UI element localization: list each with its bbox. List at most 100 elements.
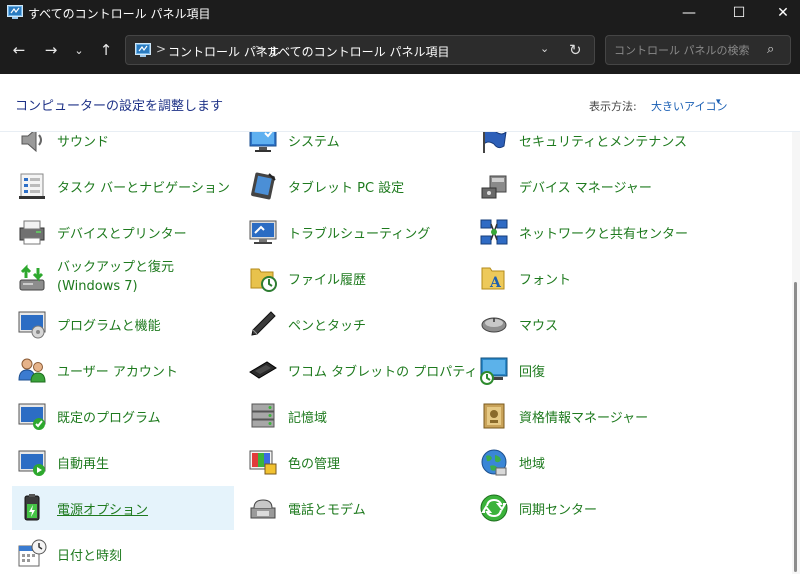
speaker-icon xyxy=(21,132,42,153)
font-folder-icon: A xyxy=(481,267,505,291)
item-autoplay[interactable]: 自動再生 xyxy=(12,440,234,484)
item-sound[interactable]: サウンド xyxy=(12,132,234,162)
item-label: 既定のプログラム xyxy=(57,411,161,426)
color-management-icon xyxy=(249,450,277,475)
item-region[interactable]: 地域 xyxy=(474,440,696,484)
item-label: ネットワークと共有センター xyxy=(519,227,689,242)
item-file-history[interactable]: ファイル履歴 xyxy=(243,256,465,300)
recovery-icon xyxy=(480,357,508,385)
item-default-programs[interactable]: 既定のプログラム xyxy=(12,394,234,438)
item-system[interactable]: システム xyxy=(243,132,465,162)
default-programs-icon xyxy=(18,403,46,430)
forward-button[interactable]: → xyxy=(40,38,62,62)
region-globe-icon xyxy=(481,449,507,476)
item-tablet-pc-settings[interactable]: タブレット PC 設定 xyxy=(243,164,465,208)
item-label: 自動再生 xyxy=(57,457,110,472)
item-mouse[interactable]: マウス xyxy=(474,302,696,346)
item-label: ユーザー アカウント xyxy=(57,365,178,380)
item-user-accounts[interactable]: ユーザー アカウント xyxy=(12,348,234,392)
taskbar-icon xyxy=(19,173,45,199)
item-label: 電話とモデム xyxy=(288,503,366,518)
maximize-button[interactable]: ☐ xyxy=(716,0,762,26)
item-storage-spaces[interactable]: 記憶域 xyxy=(243,394,465,438)
device-manager-icon xyxy=(481,175,507,199)
item-network-sharing[interactable]: ネットワークと共有センター xyxy=(474,210,696,254)
item-backup-restore[interactable]: バックアップと復元 (Windows 7) xyxy=(12,256,234,300)
item-label: 資格情報マネージャー xyxy=(519,411,649,426)
scrollbar-thumb[interactable] xyxy=(794,282,797,572)
item-label: タスク バーとナビゲーション xyxy=(57,181,230,196)
forward-arrow-icon: → xyxy=(44,41,58,59)
item-security-maintenance[interactable]: セキュリティとメンテナンス xyxy=(474,132,696,162)
item-label: セキュリティとメンテナンス xyxy=(519,135,687,150)
control-panel-items: サウンド システム セキュリティとメンテナンス タスク バーとナビゲーション タ… xyxy=(0,132,792,574)
item-label: デバイスとプリンター xyxy=(57,227,187,242)
recent-locations-button[interactable]: ⌄ xyxy=(68,38,90,62)
up-arrow-icon: ↑ xyxy=(99,41,113,59)
item-label: 電源オプション xyxy=(57,503,149,518)
item-programs-features[interactable]: プログラムと機能 xyxy=(12,302,234,346)
programs-features-icon xyxy=(18,311,46,339)
item-devices-printers[interactable]: デバイスとプリンター xyxy=(12,210,234,254)
tablet-pc-icon xyxy=(251,172,276,200)
address-history-dropdown[interactable]: ⌄ xyxy=(540,42,549,55)
phone-modem-icon xyxy=(250,499,276,519)
search-box[interactable]: ⌕ xyxy=(605,35,791,65)
close-button[interactable]: ✕ xyxy=(760,0,800,26)
up-button[interactable]: ↑ xyxy=(95,38,117,62)
item-credential-manager[interactable]: 資格情報マネージャー xyxy=(474,394,696,438)
mouse-icon xyxy=(481,317,507,333)
user-accounts-icon xyxy=(18,358,46,383)
chevron-down-icon[interactable]: ▾ xyxy=(716,97,721,107)
maximize-icon: ☐ xyxy=(732,5,746,21)
search-input[interactable] xyxy=(614,42,759,58)
storage-spaces-icon xyxy=(251,403,275,428)
item-label: 回復 xyxy=(519,365,546,380)
printer-icon xyxy=(19,220,45,245)
item-label: システム xyxy=(288,135,340,150)
item-fonts[interactable]: A フォント xyxy=(474,256,696,300)
item-wacom-tablet-properties[interactable]: ワコム タブレットの プロパティ xyxy=(243,348,478,392)
item-label: 色の管理 xyxy=(288,457,341,472)
minimize-button[interactable]: — xyxy=(666,0,712,26)
item-label: タブレット PC 設定 xyxy=(288,181,405,196)
address-bar[interactable]: > コントロール パネル > すべてのコントロール パネル項目 ⌄ ↻ xyxy=(125,35,595,65)
item-taskbar-navigation[interactable]: タスク バーとナビゲーション xyxy=(12,164,234,208)
item-troubleshooting[interactable]: トラブルシューティング xyxy=(243,210,465,254)
item-label: 地域 xyxy=(519,457,546,472)
pen-icon xyxy=(251,311,276,336)
troubleshooting-icon xyxy=(249,220,277,244)
item-phone-modem[interactable]: 電話とモデム xyxy=(243,486,465,530)
item-recovery[interactable]: 回復 xyxy=(474,348,696,392)
item-date-time[interactable]: 日付と時刻 xyxy=(12,532,234,574)
vertical-scrollbar[interactable] xyxy=(792,132,800,574)
back-button[interactable]: ← xyxy=(8,38,30,62)
autoplay-icon xyxy=(18,450,46,476)
item-label: プログラムと機能 xyxy=(57,319,161,334)
navigation-bar: ← → ⌄ ↑ > コントロール パネル > すべてのコントロール パネル項目 … xyxy=(0,26,800,74)
date-time-icon xyxy=(18,539,47,567)
page-title: コンピューターの設定を調整します xyxy=(15,99,224,114)
breadcrumb-all-items[interactable]: すべてのコントロール パネル項目 xyxy=(267,43,450,60)
file-history-icon xyxy=(250,268,277,292)
svg-text:A: A xyxy=(489,275,502,291)
back-arrow-icon: ← xyxy=(12,41,26,59)
item-label: バックアップと復元 (Windows 7) xyxy=(57,260,175,294)
item-pen-touch[interactable]: ペンとタッチ xyxy=(243,302,465,346)
item-label: 記憶域 xyxy=(288,411,328,426)
refresh-icon[interactable]: ↻ xyxy=(569,41,582,59)
close-icon: ✕ xyxy=(777,5,789,21)
item-sync-center[interactable]: 同期センター xyxy=(474,486,696,530)
sync-center-icon xyxy=(480,494,508,522)
item-label: フォント xyxy=(519,273,572,288)
item-label: ファイル履歴 xyxy=(288,273,367,288)
item-label: 日付と時刻 xyxy=(57,549,123,564)
title-bar: すべてのコントロール パネル項目 — ☐ ✕ xyxy=(0,0,800,26)
item-power-options[interactable]: 電源オプション xyxy=(12,486,234,530)
search-icon[interactable]: ⌕ xyxy=(767,42,774,57)
item-label: 同期センター xyxy=(519,503,598,518)
window-title: すべてのコントロール パネル項目 xyxy=(28,7,211,21)
security-flag-icon xyxy=(483,132,507,153)
item-device-manager[interactable]: デバイス マネージャー xyxy=(474,164,696,208)
item-color-management[interactable]: 色の管理 xyxy=(243,440,465,484)
